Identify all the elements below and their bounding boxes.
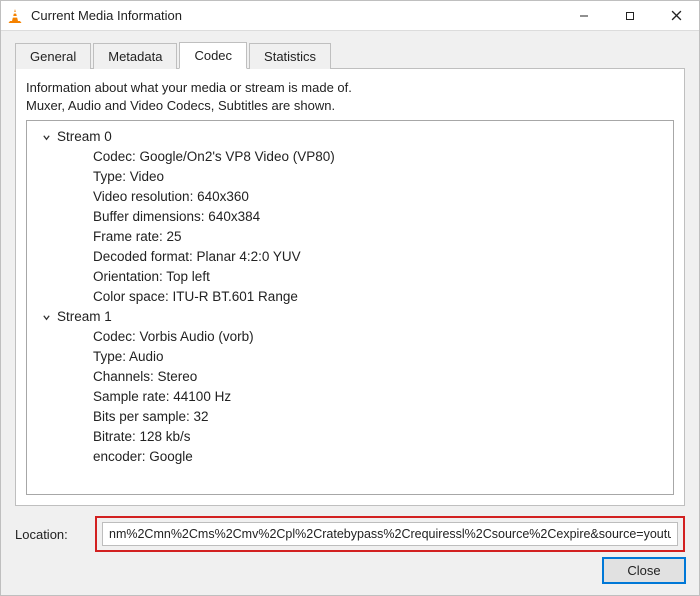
location-highlight xyxy=(95,516,685,552)
stream-1-encoder[interactable]: encoder: Google xyxy=(35,447,667,467)
chevron-down-icon xyxy=(41,133,51,142)
window-title: Current Media Information xyxy=(31,8,182,23)
stream-1-bitrate[interactable]: Bitrate: 128 kb/s xyxy=(35,427,667,447)
codec-tree[interactable]: Stream 0 Codec: Google/On2's VP8 Video (… xyxy=(26,120,674,495)
stream-1-bits[interactable]: Bits per sample: 32 xyxy=(35,407,667,427)
location-label: Location: xyxy=(15,527,87,542)
tab-metadata[interactable]: Metadata xyxy=(93,43,177,69)
maximize-icon xyxy=(625,11,635,21)
close-button[interactable]: Close xyxy=(603,558,685,583)
content-area: General Metadata Codec Statistics Inform… xyxy=(1,31,699,506)
vlc-cone-icon xyxy=(7,8,23,24)
minimize-icon xyxy=(579,11,589,21)
chevron-down-icon xyxy=(41,313,51,322)
stream-0-type[interactable]: Type: Video xyxy=(35,167,667,187)
panel-description: Information about what your media or str… xyxy=(26,79,674,114)
titlebar: Current Media Information xyxy=(1,1,699,31)
stream-1-channels[interactable]: Channels: Stereo xyxy=(35,367,667,387)
stream-1-header[interactable]: Stream 1 xyxy=(35,307,667,327)
stream-0-label: Stream 0 xyxy=(57,127,112,147)
close-icon xyxy=(671,10,682,21)
stream-1-codec[interactable]: Codec: Vorbis Audio (vorb) xyxy=(35,327,667,347)
media-info-window: Current Media Information General Metada… xyxy=(0,0,700,596)
location-row: Location: xyxy=(15,516,685,552)
maximize-button[interactable] xyxy=(607,1,653,31)
stream-1-label: Stream 1 xyxy=(57,307,112,327)
tab-statistics[interactable]: Statistics xyxy=(249,43,331,69)
stream-0-framerate[interactable]: Frame rate: 25 xyxy=(35,227,667,247)
stream-0-decoded-format[interactable]: Decoded format: Planar 4:2:0 YUV xyxy=(35,247,667,267)
stream-1-sample-rate[interactable]: Sample rate: 44100 Hz xyxy=(35,387,667,407)
stream-0-orientation[interactable]: Orientation: Top left xyxy=(35,267,667,287)
close-window-button[interactable] xyxy=(653,1,699,31)
tab-bar: General Metadata Codec Statistics xyxy=(15,41,685,68)
tab-general[interactable]: General xyxy=(15,43,91,69)
location-input[interactable] xyxy=(102,522,678,546)
stream-0-resolution[interactable]: Video resolution: 640x360 xyxy=(35,187,667,207)
minimize-button[interactable] xyxy=(561,1,607,31)
desc-line-1: Information about what your media or str… xyxy=(26,79,674,97)
tab-codec[interactable]: Codec xyxy=(179,42,247,69)
button-row: Close xyxy=(15,558,685,583)
stream-0-color-space[interactable]: Color space: ITU-R BT.601 Range xyxy=(35,287,667,307)
stream-0-codec[interactable]: Codec: Google/On2's VP8 Video (VP80) xyxy=(35,147,667,167)
stream-0-header[interactable]: Stream 0 xyxy=(35,127,667,147)
footer: Location: Close xyxy=(1,506,699,595)
desc-line-2: Muxer, Audio and Video Codecs, Subtitles… xyxy=(26,97,674,115)
stream-0-buffer[interactable]: Buffer dimensions: 640x384 xyxy=(35,207,667,227)
stream-1-type[interactable]: Type: Audio xyxy=(35,347,667,367)
codec-panel: Information about what your media or str… xyxy=(15,68,685,506)
